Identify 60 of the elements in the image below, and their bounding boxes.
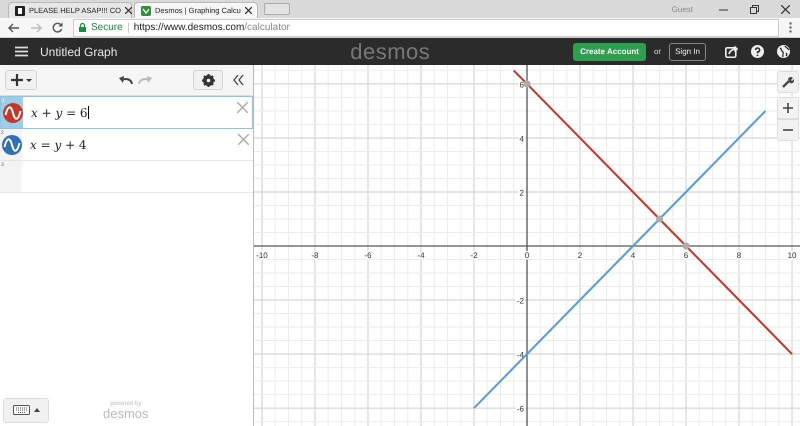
desmos-wordmark: desmos [103, 406, 149, 420]
or-text: or [654, 47, 662, 56]
help-icon [751, 45, 764, 58]
y-tick-label: -4 [516, 350, 524, 360]
x-tick-label: 10 [788, 251, 796, 260]
graph-style-icon[interactable] [2, 134, 22, 154]
graph-settings-button[interactable] [777, 71, 799, 93]
page-icon [15, 6, 25, 16]
share-icon [725, 45, 738, 58]
y-tick-label: 2 [520, 188, 524, 198]
padlock-icon [79, 23, 86, 32]
add-item-button[interactable] [5, 70, 37, 90]
close-icon [244, 7, 252, 14]
x-tick-label: -4 [417, 251, 425, 260]
y-tick-label: 4 [520, 134, 524, 144]
plus-icon [783, 103, 793, 113]
y-tick-label: -2 [516, 296, 524, 306]
x-tick-label: -10 [256, 251, 268, 260]
restore-icon [750, 4, 759, 14]
forward-arrow-icon [30, 22, 42, 32]
close-icon [125, 7, 132, 14]
sign-in-button[interactable]: Sign In [669, 42, 706, 60]
zoom-out-button[interactable] [777, 119, 799, 141]
x-tick-label: 6 [684, 251, 688, 260]
x-tick-label: 4 [630, 251, 636, 260]
graph-style-icon[interactable] [3, 102, 23, 122]
zoom-in-button[interactable] [777, 97, 799, 119]
y-tick-label: -6 [516, 404, 524, 414]
math-input[interactable]: x = y + 4 [22, 129, 253, 160]
x-tick-label: -8 [311, 251, 319, 260]
plus-icon [10, 74, 32, 86]
calculator-icon [141, 6, 151, 16]
redo-icon [138, 75, 152, 85]
desmos-logo: desmos [350, 38, 430, 64]
keyboard-icon [12, 405, 40, 415]
close-icon [237, 102, 248, 113]
graph-title[interactable]: Untitled Graph [40, 44, 118, 58]
undo-icon [118, 75, 132, 85]
point-marker[interactable] [524, 80, 530, 88]
keyboard-button[interactable] [3, 398, 49, 422]
settings-icon [202, 74, 214, 86]
globe-icon [777, 45, 790, 58]
point-marker[interactable] [682, 242, 690, 250]
close-icon [238, 134, 249, 145]
point-marker[interactable] [656, 215, 664, 222]
math-input[interactable]: x + y = 6 [23, 97, 252, 128]
menu-icon [15, 46, 28, 57]
address-field[interactable]: Secure https://www.desmos.com/calculator [73, 18, 779, 36]
back-arrow-icon [8, 22, 20, 32]
settings-button[interactable] [193, 70, 223, 90]
x-tick-label: 8 [736, 251, 742, 260]
double-chevron-icon [233, 75, 244, 85]
y-tick-label: 6 [520, 80, 524, 90]
x-tick-label: -6 [364, 251, 372, 260]
wrench-icon [782, 76, 794, 88]
reload-icon [52, 22, 63, 33]
more-menu-icon [789, 22, 792, 33]
x-tick-label: -2 [470, 251, 478, 260]
x-tick-label: 2 [578, 251, 582, 260]
close-icon [781, 4, 790, 14]
